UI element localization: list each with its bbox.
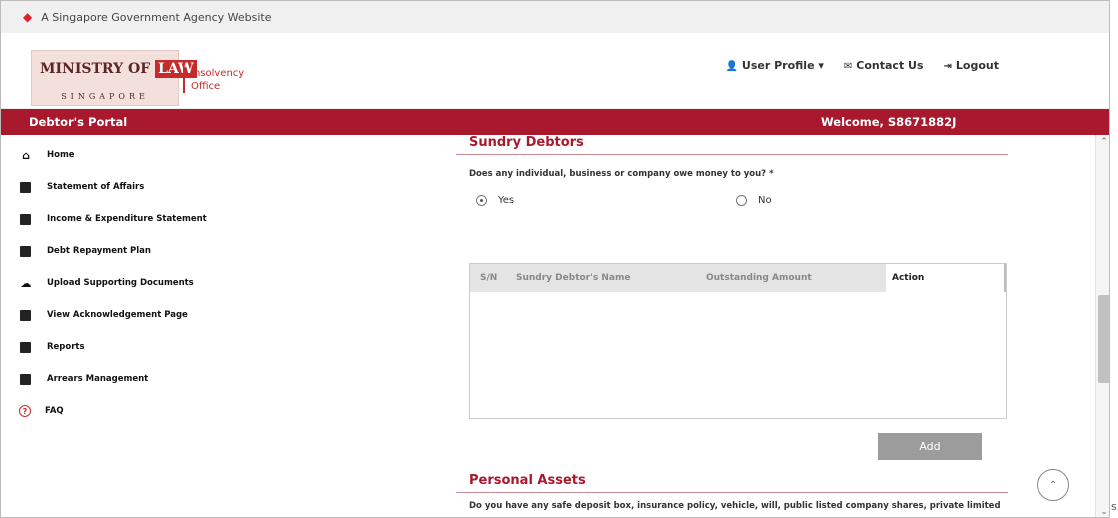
scrollbar-thumb[interactable] — [1098, 295, 1109, 383]
portal-title-bar: Debtor's Portal Welcome, S8671882J — [1, 109, 1109, 135]
sundry-debtors-title: Sundry Debtors — [456, 135, 1008, 155]
radio-yes[interactable]: Yes — [476, 195, 514, 206]
personal-assets-question: Do you have any safe deposit box, insura… — [469, 501, 1001, 511]
sundry-debtors-radio-group: Yes No — [456, 179, 1031, 219]
portal-title: Debtor's Portal — [29, 115, 128, 129]
logo-wordmark: MINISTRY OF LAW — [40, 60, 197, 78]
logo-country: SINGAPORE — [61, 92, 149, 101]
acknowledgement-icon — [20, 309, 31, 321]
user-icon: 👤 — [725, 61, 738, 72]
arrears-icon — [20, 373, 31, 385]
plan-icon — [20, 245, 31, 257]
calculator-icon — [20, 213, 31, 225]
radio-no[interactable]: No — [736, 195, 772, 206]
radio-yes-selected-icon — [476, 195, 487, 206]
sidebar-item-faq[interactable]: ? FAQ — [19, 395, 279, 427]
welcome-message: Welcome, S8671882J — [821, 115, 957, 129]
sidebar-item-statement-of-affairs[interactable]: Statement of Affairs — [19, 171, 279, 203]
sundry-debtors-table: S/N Sundry Debtor's Name Outstanding Amo… — [469, 263, 1007, 419]
scroll-down-icon[interactable]: ⌄ — [1096, 507, 1109, 517]
sidebar-item-arrears-management[interactable]: Arrears Management — [19, 363, 279, 395]
scroll-up-icon[interactable]: ⌃ — [1096, 137, 1109, 147]
sidebar-item-acknowledgement[interactable]: View Acknowledgement Page — [19, 299, 279, 331]
document-icon — [20, 181, 31, 193]
government-banner-text: A Singapore Government Agency Website — [41, 10, 272, 24]
radio-no-empty-icon — [736, 195, 747, 206]
question-icon: ? — [19, 405, 31, 417]
table-header: S/N Sundry Debtor's Name Outstanding Amo… — [470, 264, 1006, 292]
sidebar-nav: ⌂ Home Statement of Affairs Income & Exp… — [19, 139, 279, 427]
column-header-amount: Outstanding Amount — [706, 273, 812, 283]
ministry-of-law-logo[interactable]: MINISTRY OF LAW SINGAPORE — [31, 50, 197, 106]
report-icon — [20, 341, 31, 353]
column-header-action: Action — [886, 264, 1006, 292]
government-banner: ◆ A Singapore Government Agency Website — [1, 1, 1109, 33]
site-header: MINISTRY OF LAW SINGAPORE Insolvency Off… — [1, 33, 1109, 109]
browser-viewport: ◆ A Singapore Government Agency Website … — [0, 0, 1110, 518]
column-header-sn: S/N — [480, 273, 498, 283]
back-to-top-button[interactable]: ⌃ — [1037, 469, 1069, 501]
contact-us-link[interactable]: ✉ Contact Us — [844, 59, 924, 72]
personal-assets-title: Personal Assets — [456, 473, 1008, 493]
right-margin — [1031, 135, 1095, 517]
chevron-up-icon: ⌃ — [1048, 479, 1058, 491]
clipped-edge-text: s — [1111, 500, 1117, 513]
logout-link[interactable]: ⇥ Logout — [944, 59, 999, 72]
sidebar-item-upload-documents[interactable]: ☁ Upload Supporting Documents — [19, 267, 279, 299]
sidebar-item-debt-repayment-plan[interactable]: Debt Repayment Plan — [19, 235, 279, 267]
insolvency-office-label: Insolvency Office — [183, 67, 244, 93]
home-icon: ⌂ — [22, 148, 30, 162]
vertical-scrollbar[interactable]: ⌃ ⌄ — [1095, 135, 1109, 517]
sidebar-item-home[interactable]: ⌂ Home — [19, 139, 279, 171]
logout-icon: ⇥ — [943, 61, 952, 72]
column-header-name: Sundry Debtor's Name — [516, 273, 631, 283]
sundry-debtors-question: Does any individual, business or company… — [469, 169, 774, 179]
sidebar-item-reports[interactable]: Reports — [19, 331, 279, 363]
envelope-icon: ✉ — [843, 61, 853, 72]
sidebar-item-income-expenditure[interactable]: Income & Expenditure Statement — [19, 203, 279, 235]
lion-head-icon: ◆ — [23, 10, 33, 24]
cloud-upload-icon: ☁ — [20, 276, 32, 290]
top-navigation: 👤 User Profile ▾ ✉ Contact Us ⇥ Logout — [725, 59, 999, 72]
user-profile-menu[interactable]: 👤 User Profile ▾ — [725, 59, 823, 72]
main-content: Sundry Debtors Does any individual, busi… — [456, 135, 1031, 517]
add-sundry-debtor-button[interactable]: Add — [878, 433, 982, 460]
